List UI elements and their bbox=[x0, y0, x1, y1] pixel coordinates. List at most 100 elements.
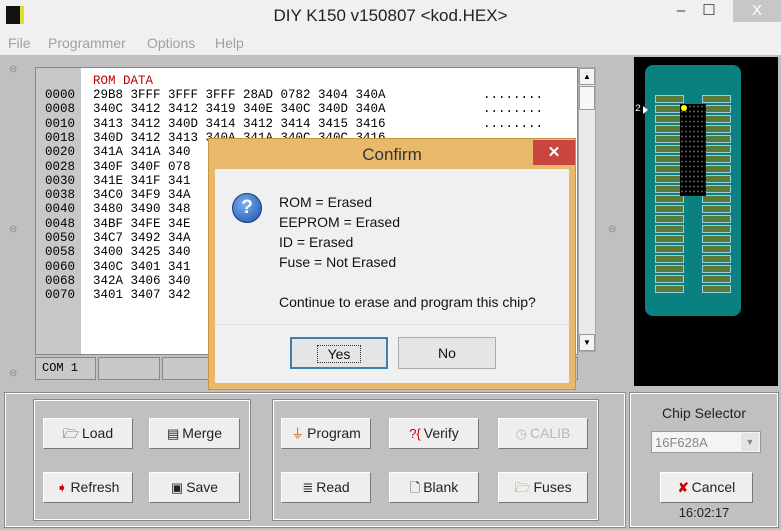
hex-address: 0070 bbox=[45, 288, 76, 303]
yes-button[interactable]: Yes bbox=[290, 337, 388, 369]
socket-pin bbox=[702, 115, 731, 123]
hex-data: 341E 341F 341 bbox=[93, 173, 191, 188]
socket-pin bbox=[702, 215, 731, 223]
socket-pin bbox=[702, 265, 731, 273]
hex-ascii: ........ bbox=[483, 88, 544, 102]
folder-icon: 🗁 bbox=[62, 426, 79, 441]
hex-address: 0030 bbox=[45, 173, 76, 188]
dialog-line-rom: ROM = Erased bbox=[279, 194, 372, 210]
hex-header: ROM DATA bbox=[93, 74, 154, 88]
fuses-icon: 🗁 bbox=[514, 480, 531, 495]
hex-address: 0048 bbox=[45, 216, 76, 231]
hex-address: 0040 bbox=[45, 202, 76, 217]
menu-file[interactable]: File bbox=[8, 35, 31, 51]
hex-data: 29B8 3FFF 3FFF 3FFF 28AD 0782 3404 340A bbox=[93, 88, 386, 102]
close-button[interactable]: X bbox=[733, 0, 781, 22]
dialog-body: ? ROM = Erased EEPROM = Erased ID = Eras… bbox=[215, 169, 569, 383]
hex-data: 3401 3407 342 bbox=[93, 288, 191, 303]
merge-button[interactable]: ▤ Merge bbox=[149, 418, 240, 449]
refresh-icon: ➧ bbox=[56, 480, 68, 495]
save-button[interactable]: ▣ Save bbox=[149, 472, 240, 503]
menu-help[interactable]: Help bbox=[215, 35, 244, 51]
hex-address: 0028 bbox=[45, 159, 76, 174]
socket-pin bbox=[655, 215, 684, 223]
hex-data: 340C 3412 3412 3419 340E 340C 340D 340A bbox=[93, 102, 386, 117]
hex-ascii: ........ bbox=[483, 102, 544, 117]
socket-pin bbox=[702, 255, 731, 263]
load-button[interactable]: 🗁 Load bbox=[43, 418, 133, 449]
dialog-title: Confirm bbox=[362, 145, 422, 164]
status-port: COM 1 bbox=[35, 357, 96, 380]
hex-address: 0010 bbox=[45, 116, 76, 131]
socket-pin bbox=[655, 255, 684, 263]
cancel-button[interactable]: ✘ Cancel bbox=[660, 472, 753, 503]
blank-button[interactable]: 🗋 Blank bbox=[389, 472, 479, 503]
scroll-down-button[interactable]: ▼ bbox=[579, 334, 595, 351]
scroll-up-button[interactable]: ▲ bbox=[579, 68, 595, 85]
socket-pin bbox=[702, 155, 731, 163]
dialog-close-button[interactable]: ✕ bbox=[533, 140, 575, 165]
socket-pin bbox=[655, 225, 684, 233]
hex-address: 0050 bbox=[45, 231, 76, 245]
socket-pin bbox=[655, 235, 684, 243]
pin-marker-label: 2 bbox=[635, 104, 642, 115]
program-icon: ⏚ bbox=[291, 426, 305, 441]
hex-data: 340C 3401 341 bbox=[93, 259, 191, 274]
socket-pin bbox=[655, 245, 684, 253]
hex-data: 341A 341A 340 bbox=[93, 145, 191, 160]
read-button[interactable]: ≣ Read bbox=[281, 472, 371, 503]
menu-programmer[interactable]: Programmer bbox=[48, 35, 126, 51]
socket-pin bbox=[702, 135, 731, 143]
pin1-dot bbox=[681, 105, 687, 111]
socket-pin bbox=[702, 165, 731, 173]
calib-button[interactable]: ◷ CALIB bbox=[498, 418, 588, 449]
chip-selector-dropdown[interactable]: 16F628A ▼ bbox=[651, 431, 761, 453]
read-icon: ≣ bbox=[302, 480, 314, 495]
menu-options[interactable]: Options bbox=[147, 35, 195, 51]
dialog-line-id: ID = Erased bbox=[279, 234, 354, 250]
socket-pin bbox=[702, 105, 731, 113]
question-icon: ? bbox=[232, 193, 262, 223]
hex-address: 0018 bbox=[45, 130, 76, 145]
socket-pin bbox=[655, 205, 684, 213]
fuses-button[interactable]: 🗁 Fuses bbox=[498, 472, 588, 503]
chip-socket-view: 2 bbox=[634, 57, 778, 386]
socket-pin bbox=[702, 175, 731, 183]
socket-pin bbox=[655, 195, 684, 203]
screw-icon: ⊖ bbox=[9, 368, 18, 379]
vertical-scrollbar[interactable]: ▲ ▼ bbox=[578, 67, 596, 352]
socket-pin bbox=[702, 235, 731, 243]
refresh-button[interactable]: ➧ Refresh bbox=[43, 472, 133, 503]
hex-data: 340F 340F 078 bbox=[93, 159, 191, 174]
pin-arrow-icon bbox=[643, 106, 648, 114]
screw-icon: ⊖ bbox=[9, 64, 18, 75]
scroll-thumb[interactable] bbox=[579, 86, 595, 110]
merge-icon: ▤ bbox=[167, 426, 180, 441]
menu-bar: File Programmer Options Help bbox=[0, 30, 781, 55]
blank-page-icon: 🗋 bbox=[409, 480, 421, 495]
socket-pin bbox=[702, 275, 731, 283]
socket-pin bbox=[702, 225, 731, 233]
chevron-down-icon[interactable]: ▼ bbox=[741, 433, 759, 451]
socket-pin bbox=[702, 185, 731, 193]
dialog-footer: Yes No bbox=[215, 324, 569, 383]
no-button[interactable]: No bbox=[398, 337, 496, 369]
socket-pin bbox=[702, 145, 731, 153]
maximize-button[interactable]: ☐ bbox=[686, 0, 732, 22]
socket-pin bbox=[702, 125, 731, 133]
chip-selector-value: 16F628A bbox=[655, 435, 708, 450]
hex-address: 0058 bbox=[45, 245, 76, 260]
status-cell bbox=[98, 357, 160, 380]
verify-button[interactable]: ?{Verify bbox=[389, 418, 479, 449]
screw-icon: ⊖ bbox=[608, 224, 617, 235]
verify-icon: ?{ bbox=[409, 426, 421, 441]
hex-address: 0060 bbox=[45, 259, 76, 274]
clock-icon: ◷ bbox=[515, 426, 527, 441]
hex-data: 3413 3412 340D 3414 3412 3414 3415 3416 bbox=[93, 116, 386, 131]
program-button[interactable]: ⏚ Program bbox=[281, 418, 371, 449]
hex-address: 0020 bbox=[45, 145, 76, 160]
hex-data: 34C0 34F9 34A bbox=[93, 188, 191, 203]
socket-pin bbox=[655, 275, 684, 283]
socket-pin bbox=[655, 265, 684, 273]
confirm-dialog: Confirm ✕ ? ROM = Erased EEPROM = Erased… bbox=[208, 138, 576, 390]
